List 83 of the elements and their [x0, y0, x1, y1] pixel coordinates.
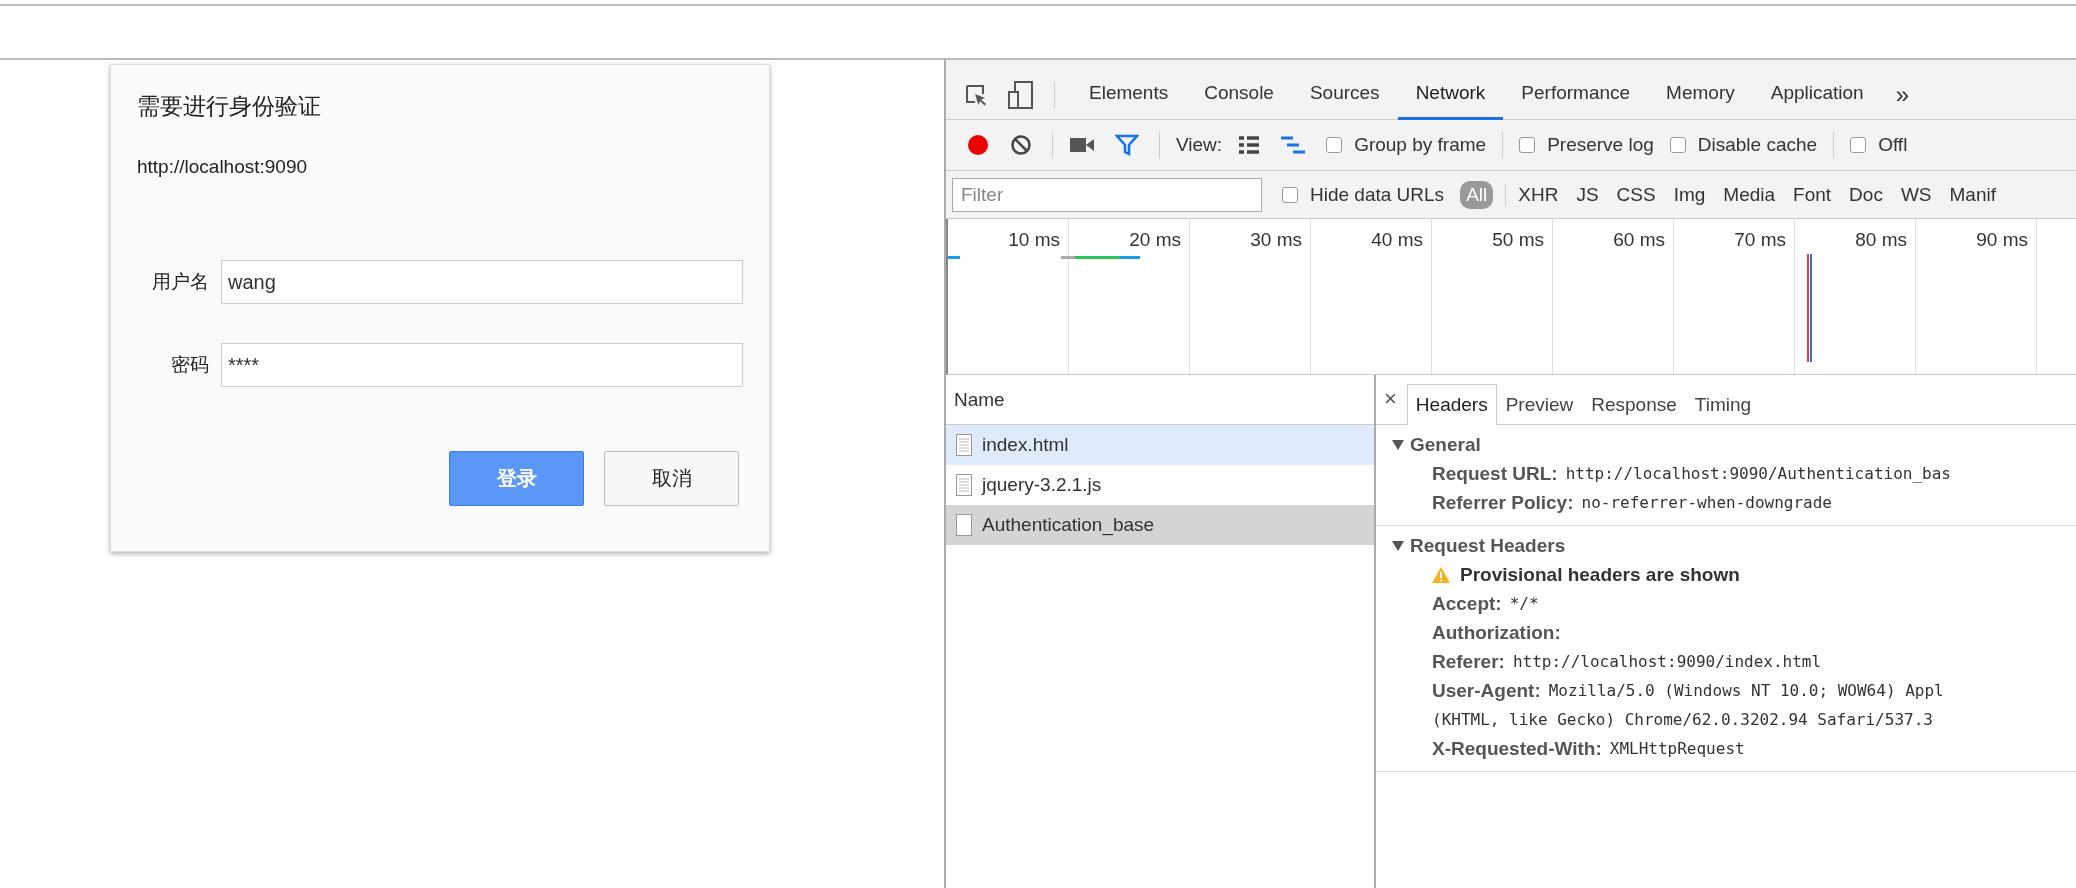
detail-tab[interactable]: Preview — [1496, 384, 1583, 424]
checkbox[interactable] — [1282, 186, 1298, 203]
type-filter[interactable]: WS — [1894, 180, 1938, 209]
inspect-icon[interactable] — [964, 82, 988, 107]
site-origin: http://localhost:9090 — [137, 156, 309, 178]
checkbox-label: Preserve log — [1547, 134, 1654, 156]
filter-icon[interactable] — [1115, 134, 1139, 156]
request-row[interactable]: jquery-3.2.1.js — [946, 465, 1374, 505]
checkbox[interactable] — [1669, 137, 1686, 153]
header-name: User-Agent: — [1432, 679, 1541, 702]
checkbox[interactable] — [1850, 137, 1867, 153]
header-value: Mozilla/5.0 (Windows NT 10.0; WOW64) Appl — [1548, 681, 1944, 700]
type-filter[interactable]: Doc — [1843, 180, 1889, 209]
file-icon — [956, 474, 972, 496]
clear-icon[interactable] — [1010, 134, 1032, 156]
time-tick-label: 50 ms — [1492, 229, 1544, 251]
header-value: (KHTML, like Gecko) Chrome/62.0.3202.94 Safari/537.3 — [1432, 710, 1933, 729]
header-name: Accept: — [1432, 592, 1502, 615]
header-name: Referrer Policy: — [1432, 491, 1574, 514]
warning-text: Provisional headers are shown — [1460, 564, 1740, 585]
type-filter[interactable]: XHR — [1512, 180, 1565, 209]
close-button[interactable]: × — [1384, 386, 1407, 424]
record-icon[interactable] — [966, 133, 990, 157]
header-value: http://localhost:9090/Authentication_bas — [1565, 464, 1951, 483]
checkbox[interactable] — [1519, 137, 1536, 153]
waterfall-view-icon[interactable] — [1280, 136, 1307, 154]
time-tick-label: 40 ms — [1371, 229, 1423, 251]
type-filter[interactable]: Img — [1667, 180, 1712, 209]
dialog-title: 需要进行身份验证 — [137, 92, 322, 121]
header-value: */* — [1509, 594, 1539, 613]
cancel-button[interactable]: 取消 — [604, 451, 739, 506]
header-value: no-referrer-when-downgrade — [1581, 493, 1832, 512]
input-field[interactable]: **** — [221, 343, 743, 387]
time-tick-label: 90 ms — [1976, 229, 2028, 251]
type-filter[interactable]: JS — [1570, 180, 1605, 209]
more-tabs-button[interactable]: » — [1881, 80, 1924, 109]
filter-field[interactable]: Filter — [952, 177, 1262, 212]
type-filter[interactable]: CSS — [1610, 180, 1662, 209]
devtools-tab[interactable]: Console — [1186, 69, 1292, 120]
detail-tab[interactable]: Headers — [1406, 384, 1497, 425]
type-filter[interactable]: Media — [1717, 180, 1782, 209]
time-tick-label: 10 ms — [1008, 229, 1060, 251]
devtools-tab[interactable]: Application — [1752, 69, 1882, 120]
time-tick-label: 20 ms — [1129, 229, 1181, 251]
type-filter[interactable]: Font — [1787, 180, 1838, 209]
view-label: View: — [1176, 134, 1223, 156]
header-name: Authorization: — [1432, 621, 1561, 644]
header-name: X-Requested-With: — [1432, 737, 1602, 760]
time-tick-label: 30 ms — [1250, 229, 1302, 251]
devtools-tab[interactable]: Memory — [1648, 69, 1753, 120]
devtools-tab[interactable]: Performance — [1503, 69, 1649, 120]
request-row[interactable]: index.html — [946, 425, 1374, 465]
devtools-tab[interactable]: Elements — [1071, 69, 1187, 120]
checkbox[interactable] — [1326, 137, 1343, 153]
checkbox-label: Group by frame — [1354, 134, 1487, 156]
detail-tab[interactable]: Timing — [1685, 384, 1761, 424]
list-view-icon[interactable] — [1238, 136, 1261, 154]
device-icon[interactable] — [1008, 80, 1034, 109]
field-label: 用户名 — [151, 270, 209, 294]
request-row[interactable]: Authentication_base — [946, 505, 1374, 545]
detail-tab[interactable]: Response — [1582, 384, 1686, 424]
disclosure-triangle-icon[interactable] — [1392, 540, 1404, 552]
type-filter[interactable]: Manif — [1943, 180, 2002, 209]
camera-icon[interactable] — [1069, 136, 1095, 154]
warning-icon — [1432, 566, 1450, 583]
devtools-tab[interactable]: Sources — [1291, 69, 1398, 120]
time-tick-label: 70 ms — [1734, 229, 1786, 251]
file-icon — [956, 434, 972, 456]
disclosure-triangle-icon[interactable] — [1392, 439, 1404, 451]
header-value: http://localhost:9090/index.html — [1512, 652, 1822, 671]
time-tick-label: 60 ms — [1613, 229, 1665, 251]
input-field[interactable]: wang — [221, 260, 743, 304]
time-tick-label: 80 ms — [1855, 229, 1907, 251]
checkbox-label: Disable cache — [1697, 134, 1818, 156]
header-name: Request URL: — [1432, 462, 1558, 485]
checkbox-label: Hide data URLs — [1310, 183, 1445, 206]
section-toggle[interactable]: Request Headers — [1392, 532, 1566, 560]
header-name: Referer: — [1432, 650, 1505, 673]
header-value: XMLHttpRequest — [1609, 739, 1745, 758]
field-label: 密码 — [170, 353, 209, 377]
file-icon — [956, 514, 972, 536]
checkbox-label: Offl — [1878, 134, 1908, 156]
section-toggle[interactable]: General — [1392, 431, 1481, 459]
